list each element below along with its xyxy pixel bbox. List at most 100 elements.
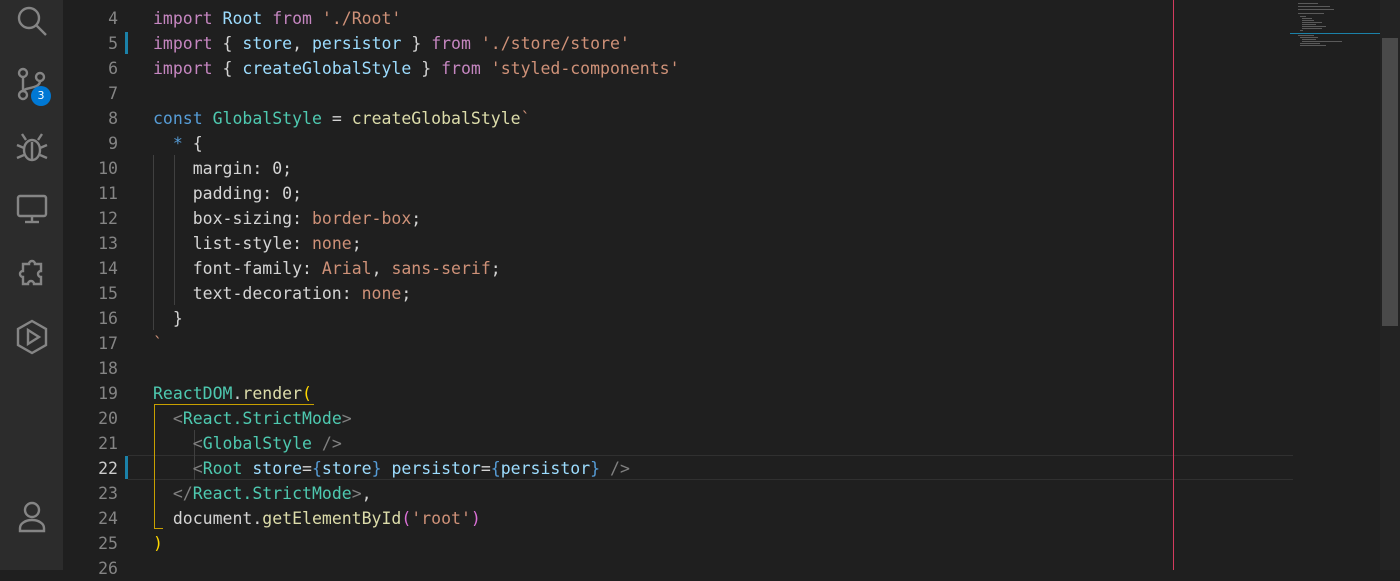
code-token: < [192, 434, 203, 453]
line-number: 22 [98, 459, 118, 478]
code-token: React.StrictMode [182, 409, 342, 428]
minimap[interactable] [1290, 0, 1380, 60]
code-token: ( [401, 509, 412, 528]
code-token: /> [610, 459, 630, 478]
account-icon[interactable] [13, 498, 51, 536]
activity-bar: 3 [0, 0, 63, 570]
code-line: import { store, persistor } from './stor… [153, 31, 630, 56]
search-icon[interactable] [13, 2, 51, 40]
code-token: , [371, 259, 392, 278]
code-token: , [361, 484, 372, 503]
code-token: ReactDOM [153, 384, 233, 403]
code-token: } [153, 309, 183, 328]
code-token: ; [351, 234, 362, 253]
code-token: persistor [311, 34, 412, 53]
scrollbar-thumb[interactable] [1382, 38, 1398, 326]
code-token: ; [401, 284, 412, 303]
code-line: margin: 0; [153, 156, 292, 181]
code-line: </React.StrictMode>, [153, 481, 372, 506]
code-line: ReactDOM.render( [153, 381, 312, 406]
test-explorer-icon[interactable] [13, 317, 51, 355]
run-debug-icon[interactable] [13, 128, 51, 166]
code-line: } [153, 306, 183, 331]
code-token: </ [172, 484, 193, 503]
code-token: border-box [311, 209, 412, 228]
line-number: 24 [98, 509, 118, 528]
code-token: box-sizing: [153, 209, 312, 228]
remote-explorer-icon[interactable] [13, 190, 51, 228]
code-editor[interactable]: import Root from './Root' import { store,… [128, 0, 1380, 570]
code-token: 0; [282, 184, 303, 203]
code-line: const GlobalStyle = createGlobalStyle` [153, 106, 531, 131]
line-number: 17 [98, 334, 118, 353]
code-token: ` [153, 334, 163, 353]
line-number: 23 [98, 484, 118, 503]
code-token: list-style: [153, 234, 312, 253]
line-number: 12 [98, 209, 118, 228]
code-token: ; [490, 259, 501, 278]
code-token: } [421, 59, 442, 78]
line-number: 11 [98, 184, 118, 203]
code-line: <Root store={store} persistor={persistor… [153, 456, 630, 481]
line-number: 16 [98, 309, 118, 328]
code-token: { [222, 59, 243, 78]
code-token: padding: [153, 184, 283, 203]
code-token: } [411, 34, 432, 53]
code-token: > [341, 409, 352, 428]
code-token: GlobalStyle [202, 434, 322, 453]
source-control-badge: 3 [31, 86, 51, 106]
code-line: text-decoration: none; [153, 281, 412, 306]
code-token: 0; [272, 159, 293, 178]
code-token: text-decoration: [153, 284, 362, 303]
code-token: import [153, 59, 223, 78]
code-token: = [302, 459, 312, 478]
code-token: margin: [153, 159, 273, 178]
code-line: <GlobalStyle /> [153, 431, 342, 456]
extensions-icon[interactable] [13, 252, 51, 290]
code-line: document.getElementById('root') [153, 506, 481, 531]
code-token: > [351, 484, 362, 503]
line-number: 4 [108, 9, 118, 28]
code-token: = [480, 459, 491, 478]
code-token: createGlobalStyle [242, 59, 422, 78]
code-line: <React.StrictMode> [153, 406, 352, 431]
line-number: 8 [108, 109, 118, 128]
code-token: ` [520, 109, 531, 128]
code-token: ) [470, 509, 481, 528]
code-token: sans-serif [391, 259, 491, 278]
code-token: Root [202, 459, 253, 478]
code-token: = [331, 109, 352, 128]
code-token: } [371, 459, 392, 478]
code-token: 'root' [411, 509, 471, 528]
code-token: ( [302, 384, 312, 403]
line-number: 10 [98, 159, 118, 178]
code-token: < [172, 409, 183, 428]
line-number: 6 [108, 59, 118, 78]
code-token: store [321, 459, 372, 478]
code-token: import [153, 9, 223, 28]
code-token: persistor [500, 459, 591, 478]
code-line: import Root from './Root' [153, 6, 401, 31]
code-token: { [192, 134, 203, 153]
code-token: store [252, 459, 303, 478]
code-token: { [490, 459, 501, 478]
line-number: 19 [98, 384, 118, 403]
line-number: 15 [98, 284, 118, 303]
code-token: none [361, 284, 402, 303]
code-token: persistor [391, 459, 481, 478]
line-number: 21 [98, 434, 118, 453]
code-token: from [441, 59, 491, 78]
code-token: { [222, 34, 243, 53]
code-line: import { createGlobalStyle } from 'style… [153, 56, 680, 81]
code-token: 'styled-components' [490, 59, 680, 78]
code-token: GlobalStyle [212, 109, 332, 128]
line-number-gutter: 4 5 6 7 8 9 10 11 12 13 14 15 16 17 18 19 20 21 22 23 24 25 26 [63, 0, 125, 578]
line-number: 25 [98, 534, 118, 553]
code-token: React.StrictMode [192, 484, 352, 503]
code-token: getElementById [262, 509, 402, 528]
code-token: } [590, 459, 611, 478]
code-token: < [192, 459, 203, 478]
